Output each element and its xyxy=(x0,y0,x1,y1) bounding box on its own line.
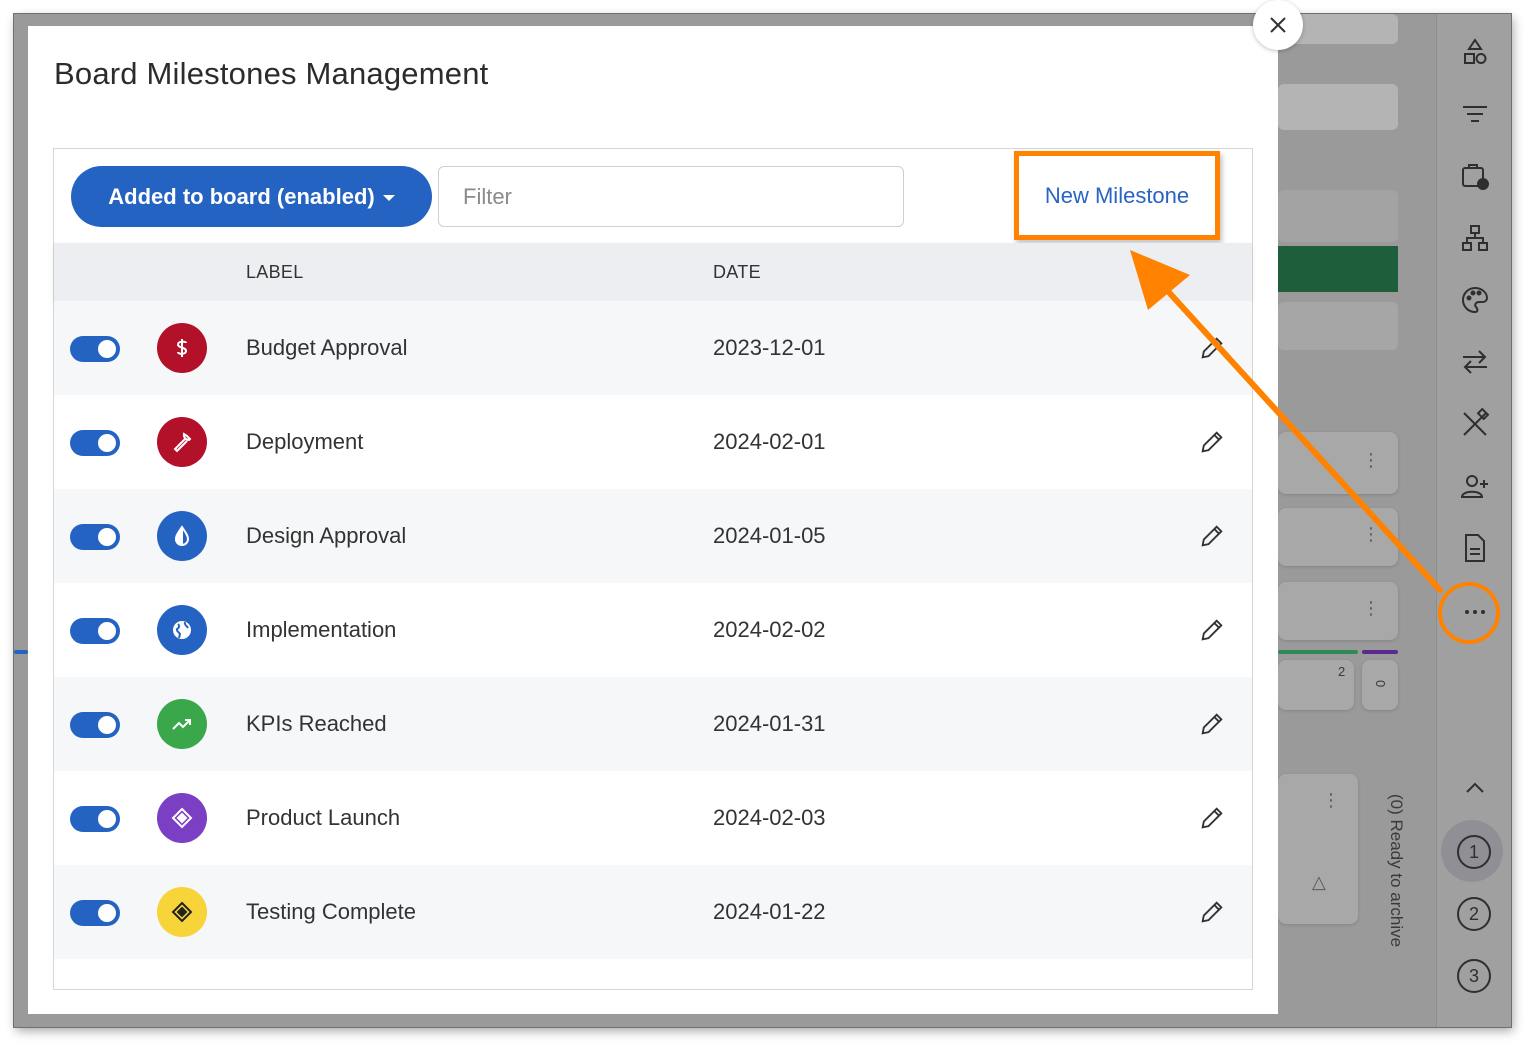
enabled-toggle[interactable] xyxy=(70,806,120,832)
kebab-icon: ⋮ xyxy=(1362,524,1380,544)
kebab-icon: ⋮ xyxy=(1362,598,1380,618)
edit-pencil-icon[interactable] xyxy=(1198,522,1226,550)
clipboard-clock-icon[interactable] xyxy=(1457,158,1493,194)
close-icon xyxy=(1270,17,1286,33)
milestone-label: Product Launch xyxy=(246,805,401,830)
table-row: Design Approval 2024-01-05 xyxy=(54,489,1252,583)
kebab-icon: ⋮ xyxy=(1322,790,1340,810)
level-2-button[interactable]: 2 xyxy=(1457,897,1491,931)
bg-header-strip xyxy=(1278,302,1398,350)
chevron-up-icon[interactable] xyxy=(1457,770,1493,806)
edit-pencil-icon[interactable] xyxy=(1198,428,1226,456)
milestone-label: KPIs Reached xyxy=(246,711,387,736)
warning-triangle-icon: △ xyxy=(1312,872,1326,892)
diamond-icon xyxy=(157,887,207,937)
milestone-label: Design Approval xyxy=(246,523,407,548)
contrast-drop-icon xyxy=(157,511,207,561)
milestone-date: 2023-12-01 xyxy=(713,335,826,360)
table-row: Testing Complete 2024-01-22 xyxy=(54,865,1252,959)
bg-progress-line xyxy=(14,650,28,654)
bg-header-strip xyxy=(1278,84,1398,130)
close-button[interactable] xyxy=(1253,0,1303,50)
trending-up-icon xyxy=(157,699,207,749)
level-1-button[interactable]: 1 xyxy=(1457,835,1491,869)
table-row: Deployment 2024-02-01 xyxy=(54,395,1252,489)
add-user-icon[interactable] xyxy=(1457,468,1493,504)
kebab-icon: ⋮ xyxy=(1362,450,1380,470)
table-header: LABEL DATE xyxy=(54,243,1252,301)
milestone-label: Budget Approval xyxy=(246,335,408,360)
status-filter-dropdown[interactable]: Added to board (enabled) xyxy=(71,166,432,227)
column-header-date: DATE xyxy=(713,262,761,282)
milestone-date: 2024-01-05 xyxy=(713,523,826,548)
bg-green-band xyxy=(1278,246,1398,292)
milestone-date: 2024-02-02 xyxy=(713,617,826,642)
enabled-toggle[interactable] xyxy=(70,900,120,926)
milestone-date: 2024-01-22 xyxy=(713,899,826,924)
table-row: Implementation 2024-02-02 xyxy=(54,583,1252,677)
bg-card xyxy=(1278,508,1398,566)
enabled-toggle[interactable] xyxy=(70,336,120,362)
filter-input[interactable] xyxy=(438,166,904,227)
filter-lines-icon[interactable] xyxy=(1457,96,1493,132)
milestone-date: 2024-02-01 xyxy=(713,429,826,454)
new-milestone-highlight: New Milestone xyxy=(1014,151,1220,240)
bg-count-badge: 2 xyxy=(1338,664,1346,679)
table-row: KPIs Reached 2024-01-31 xyxy=(54,677,1252,771)
bg-progress-line xyxy=(1278,650,1358,654)
milestones-panel: Added to board (enabled) New Milestone L… xyxy=(53,148,1253,990)
edit-pencil-icon[interactable] xyxy=(1198,898,1226,926)
bg-header-strip xyxy=(1278,190,1398,242)
enabled-toggle[interactable] xyxy=(70,618,120,644)
modal-title: Board Milestones Management xyxy=(54,56,489,91)
bg-column-label: (0) Ready to archive xyxy=(1387,794,1406,948)
table-row: Product Launch 2024-02-03 xyxy=(54,771,1252,865)
palette-icon[interactable] xyxy=(1457,282,1493,318)
bg-count-badge: 0 xyxy=(1373,680,1388,688)
column-header-label: LABEL xyxy=(246,262,304,282)
edit-pencil-icon[interactable] xyxy=(1198,616,1226,644)
wrench-icon xyxy=(157,417,207,467)
shapes-icon[interactable] xyxy=(1457,34,1493,70)
level-3-button[interactable]: 3 xyxy=(1457,959,1491,993)
bg-card xyxy=(1278,582,1398,640)
tools-icon[interactable] xyxy=(1457,406,1493,442)
edit-pencil-icon[interactable] xyxy=(1198,334,1226,362)
table-row: Budget Approval 2023-12-01 xyxy=(54,301,1252,395)
bg-card xyxy=(1278,774,1358,924)
swap-arrows-icon[interactable] xyxy=(1457,344,1493,380)
milestone-date: 2024-01-31 xyxy=(713,711,826,736)
status-filter-label: Added to board (enabled) xyxy=(108,183,375,209)
document-icon[interactable] xyxy=(1457,530,1493,566)
bg-progress-line xyxy=(1362,650,1398,654)
milestone-label: Implementation xyxy=(246,617,397,642)
milestones-modal: Board Milestones Management Added to boa… xyxy=(28,26,1278,1014)
milestone-date: 2024-02-03 xyxy=(713,805,826,830)
edit-pencil-icon[interactable] xyxy=(1198,804,1226,832)
bg-card xyxy=(1278,432,1398,494)
enabled-toggle[interactable] xyxy=(70,712,120,738)
caret-down-icon xyxy=(382,194,395,201)
enabled-toggle[interactable] xyxy=(70,524,120,550)
highlight-circle xyxy=(1438,582,1500,644)
hierarchy-icon[interactable] xyxy=(1457,220,1493,256)
milestone-label: Deployment xyxy=(246,429,364,454)
diamond-icon xyxy=(157,793,207,843)
new-milestone-button[interactable]: New Milestone xyxy=(1045,183,1189,209)
globe-icon xyxy=(157,605,207,655)
edit-pencil-icon[interactable] xyxy=(1198,710,1226,738)
dollar-icon xyxy=(157,323,207,373)
enabled-toggle[interactable] xyxy=(70,430,120,456)
milestone-label: Testing Complete xyxy=(246,899,416,924)
